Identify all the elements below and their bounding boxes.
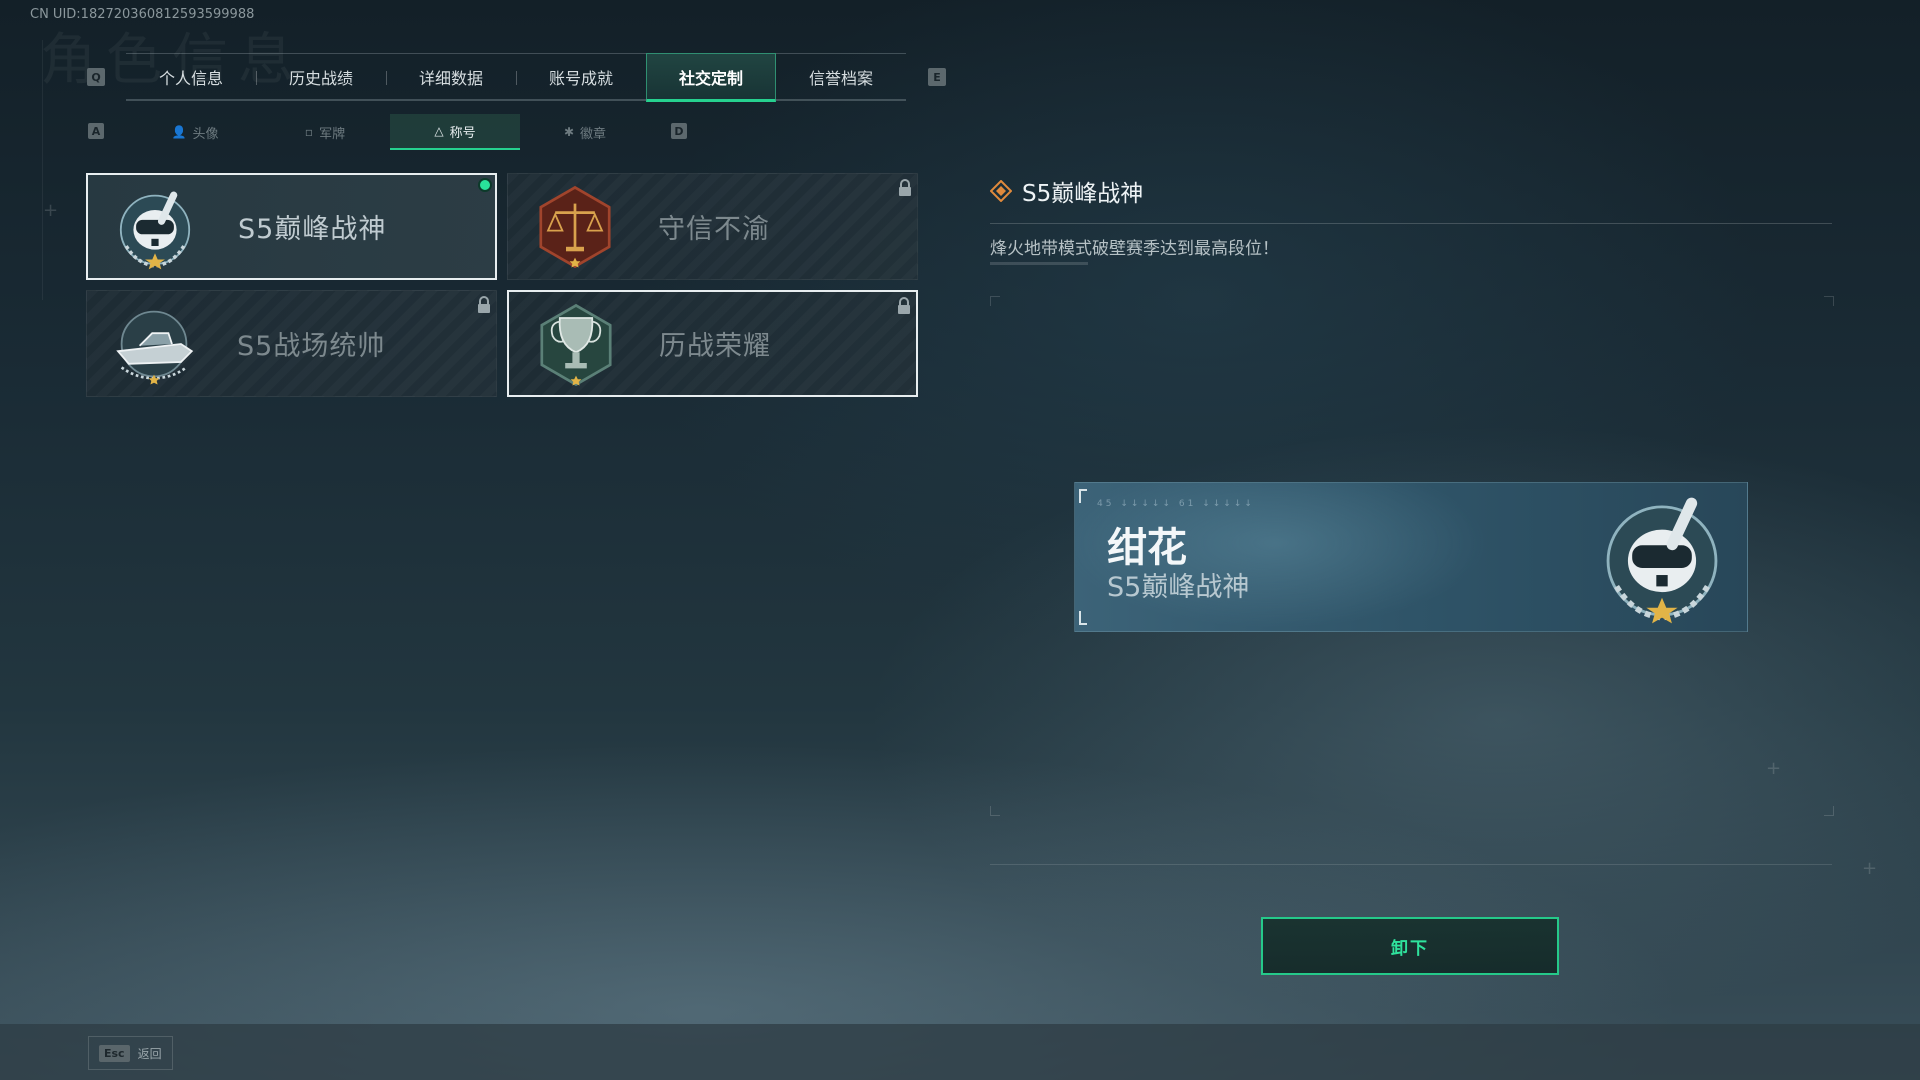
- detail-description: 烽火地带模式破壁赛季达到最高段位！: [990, 239, 1279, 259]
- tab-personal-info[interactable]: 个人信息: [126, 54, 256, 99]
- prev-subtab-key-hint[interactable]: A: [88, 123, 104, 139]
- bracket-decor: [1079, 611, 1087, 625]
- lock-icon: [478, 296, 490, 313]
- bracket-decor: [1079, 489, 1087, 503]
- detail-title: S5巅峰战神: [990, 174, 1143, 208]
- decor-cross: +: [1862, 858, 1878, 879]
- title-card-s5-peak-god[interactable]: S5巅峰战神: [86, 173, 497, 280]
- subtab-dogtag[interactable]: ▫ 军牌: [260, 114, 390, 150]
- tab-account-achievements[interactable]: 账号成就: [516, 54, 646, 99]
- footer-bar: [0, 1024, 1920, 1080]
- detail-title-text: S5巅峰战神: [1022, 181, 1144, 207]
- diver-skull-emblem-icon: [1606, 497, 1718, 624]
- equipped-indicator: [478, 178, 492, 192]
- player-title: S5巅峰战神: [1107, 572, 1250, 603]
- main-tab-bar: 个人信息 历史战绩 详细数据 账号成就 社交定制 信誉档案: [126, 53, 906, 102]
- card-label: 守信不渝: [658, 214, 770, 245]
- card-label: S5巅峰战神: [238, 214, 387, 245]
- badge-icon: ✱: [563, 125, 575, 139]
- diamond-icon: [990, 180, 1012, 202]
- title-card-keep-faith[interactable]: 守信不渝: [507, 173, 918, 280]
- trophy-emblem-icon: [540, 303, 612, 387]
- tab-social-customization[interactable]: 社交定制: [646, 53, 776, 102]
- back-label: 返回: [137, 1046, 162, 1061]
- sub-tab-bar: 👤 头像 ▫ 军牌 △ 称号 ✱ 徽章: [130, 114, 650, 150]
- scales-emblem-icon: [539, 185, 611, 269]
- decor-cross: +: [43, 200, 59, 221]
- person-icon: 👤: [171, 125, 187, 139]
- nameplate-code: 45 ↓↓↓↓↓ 61 ↓↓↓↓↓: [1097, 499, 1255, 509]
- next-tab-key-hint[interactable]: E: [928, 68, 946, 86]
- lock-icon: [899, 179, 911, 196]
- back-button[interactable]: Esc 返回: [88, 1036, 173, 1070]
- diver-skull-emblem-icon: [119, 191, 191, 270]
- decor-corner: [990, 296, 1000, 306]
- nameplate-preview: 45 ↓↓↓↓↓ 61 ↓↓↓↓↓ 绀花 S5巅峰战神: [1074, 482, 1748, 632]
- tab-reputation-record[interactable]: 信誉档案: [776, 54, 906, 99]
- subtab-avatar-label: 头像: [192, 126, 219, 142]
- player-uid: CN UID:182720360812593599988: [30, 7, 255, 22]
- subtab-badge[interactable]: ✱ 徽章: [520, 114, 650, 150]
- next-subtab-key-hint[interactable]: D: [671, 123, 687, 139]
- card-label: S5战场统帅: [237, 331, 386, 362]
- lock-icon: [898, 297, 910, 314]
- title-icon: △: [434, 124, 444, 138]
- title-card-s5-battlefield-commander[interactable]: S5战场统帅: [86, 290, 497, 397]
- tab-match-history[interactable]: 历史战绩: [256, 54, 386, 99]
- decor-corner: [990, 806, 1000, 816]
- divider: [990, 223, 1832, 224]
- speedboat-emblem-icon: [116, 310, 194, 385]
- subtab-title[interactable]: △ 称号: [390, 114, 520, 150]
- prev-tab-key-hint[interactable]: Q: [87, 68, 105, 86]
- subtab-dogtag-label: 军牌: [319, 126, 346, 142]
- unequip-button[interactable]: 卸下: [1261, 917, 1559, 975]
- decor-cross: +: [1766, 758, 1782, 779]
- decor-bar: [990, 262, 1088, 265]
- dogtag-icon: ▫: [304, 125, 314, 139]
- tab-detailed-data[interactable]: 详细数据: [386, 54, 516, 99]
- subtab-avatar[interactable]: 👤 头像: [130, 114, 260, 150]
- card-label: 历战荣耀: [659, 331, 771, 362]
- divider: [990, 864, 1832, 865]
- subtab-badge-label: 徽章: [580, 126, 607, 142]
- decor-corner: [1824, 296, 1834, 306]
- esc-key: Esc: [99, 1044, 130, 1062]
- decor-corner: [1824, 806, 1834, 816]
- title-card-veteran-glory[interactable]: 历战荣耀: [507, 290, 918, 397]
- decor-line: [42, 40, 43, 300]
- subtab-title-label: 称号: [449, 125, 476, 141]
